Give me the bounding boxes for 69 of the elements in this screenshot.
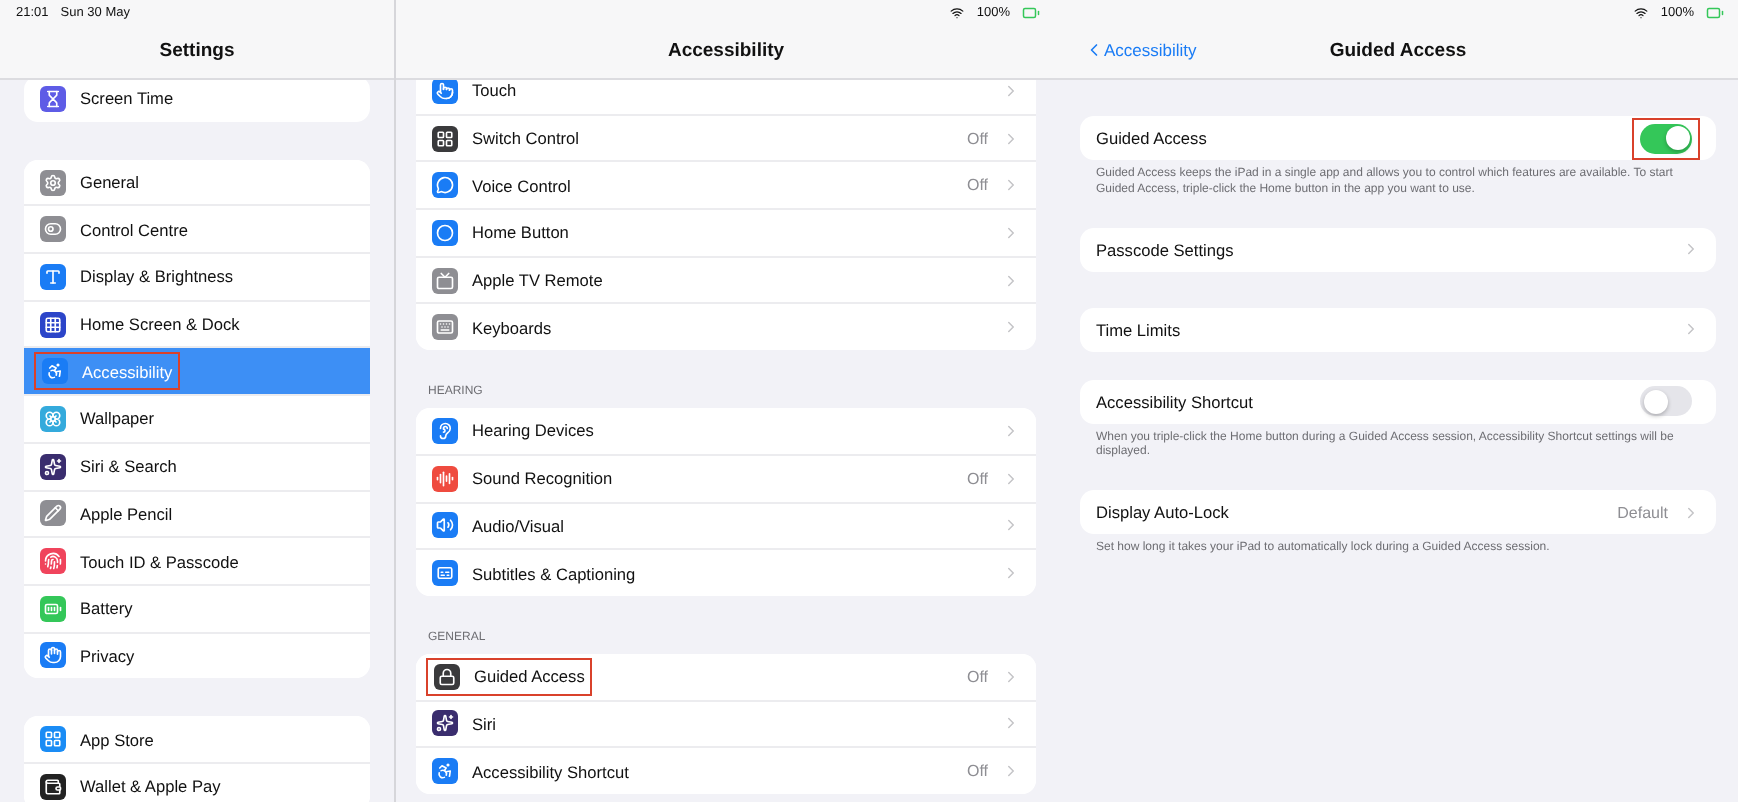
chevron-icon [1002, 81, 1020, 100]
chevron-icon [1682, 503, 1700, 522]
chevron-icon [1002, 176, 1020, 195]
chevron-icon [1002, 271, 1020, 290]
item-label: Home Screen & Dock [80, 314, 240, 335]
row-value: Off [966, 469, 988, 488]
chevron-icon [1002, 667, 1020, 686]
item-label: Apple TV Remote [472, 270, 603, 291]
item-label: Subtitles & Captioning [472, 563, 636, 584]
settings-row[interactable]: Switch Control Off [416, 113, 1036, 161]
item-label: Sound Recognition [472, 468, 613, 489]
item-label: Audio/Visual [472, 515, 564, 536]
item-label: Voice Control [472, 175, 571, 196]
item-label: Switch Control [472, 128, 579, 149]
item-label: Passcode Settings [1096, 239, 1234, 260]
row-value: Off [966, 667, 988, 686]
row-value: Default [1617, 503, 1668, 522]
settings-row[interactable]: Apple TV Remote [416, 255, 1036, 303]
item-label: Accessibility Shortcut [1096, 391, 1253, 412]
settings-row[interactable]: Siri [416, 699, 1036, 747]
item-label: Hearing Devices [472, 420, 594, 441]
item-label: Display Auto-Lock [1096, 502, 1229, 523]
wifi-icon [1634, 5, 1649, 19]
chevron-icon [1002, 564, 1020, 583]
row-value: Off [966, 762, 988, 781]
item-label: Display & Brightness [80, 266, 234, 287]
item-label: Battery [80, 598, 133, 619]
item-label: Screen Time [80, 88, 174, 109]
chevron-icon [1002, 516, 1020, 535]
item-label: Keyboards [472, 317, 552, 338]
item-label: General [80, 172, 140, 193]
row-value: Off [966, 129, 988, 148]
item-label: Privacy [80, 645, 135, 666]
toggle-switch[interactable] [1640, 123, 1692, 153]
item-label: Guided Access [474, 666, 585, 687]
toggle-switch[interactable] [1640, 386, 1692, 417]
item-label: Control Centre [80, 219, 188, 240]
item-label: Touch ID & Passcode [80, 551, 239, 572]
chevron-icon [1002, 762, 1020, 781]
row-value: Off [966, 176, 988, 195]
item-label: Time Limits [1096, 319, 1181, 340]
item-label: Guided Access [1096, 128, 1207, 148]
item-label: Accessibility Shortcut [472, 761, 629, 782]
item-label: Wallet & Apple Pay [80, 776, 221, 797]
chevron-icon [1682, 320, 1700, 339]
item-label: Home Button [472, 222, 569, 243]
item-label: Touch [472, 80, 517, 101]
wifi-icon [950, 5, 965, 19]
chevron-icon [1002, 318, 1020, 337]
chevron-icon [1002, 421, 1020, 440]
chevron-icon [1682, 240, 1700, 259]
chevron-icon [1002, 714, 1020, 733]
battery-icon [1706, 3, 1724, 21]
item-label: Apple Pencil [80, 503, 173, 524]
chevron-icon [1002, 129, 1020, 148]
nav-title: Settings [159, 40, 235, 62]
item-label: Siri & Search [80, 456, 177, 477]
settings-row[interactable]: Home Screen & Dock [24, 299, 370, 347]
item-label: App Store [80, 729, 154, 750]
item-label: Wallpaper [80, 408, 155, 429]
back-link[interactable]: Accessibility [1084, 40, 1197, 60]
item-label: Accessibility [82, 361, 173, 382]
nav-title: Guided Access [1329, 40, 1467, 62]
settings-row[interactable]: Wallet & Apple Pay [24, 761, 370, 802]
chevron-icon [1002, 469, 1020, 488]
nav-title: Accessibility [667, 40, 785, 62]
item-label: Siri [472, 713, 496, 734]
battery-icon [1022, 3, 1040, 21]
chevron-icon [1002, 223, 1020, 242]
